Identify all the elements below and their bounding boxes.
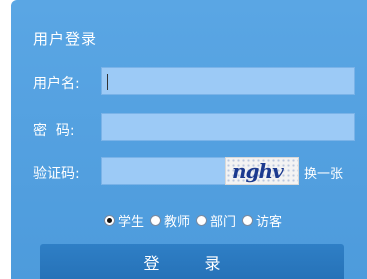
- text-cursor: [107, 74, 108, 90]
- radio-department[interactable]: [196, 215, 208, 226]
- login-panel: 用户登录 用户名: 密 码: 验证码: nghv 换一张 学生 教师 部门 访客…: [11, 0, 367, 279]
- role-label-student: 学生: [118, 215, 145, 230]
- radio-teacher[interactable]: [150, 215, 162, 226]
- refresh-captcha-link[interactable]: 换一张: [304, 163, 343, 182]
- captcha-image[interactable]: nghv: [225, 157, 299, 185]
- captcha-input[interactable]: [101, 157, 229, 185]
- radio-visitor[interactable]: [242, 215, 254, 226]
- username-label: 用户名:: [33, 76, 80, 92]
- role-label-teacher: 教师: [164, 215, 191, 230]
- role-option-student[interactable]: 学生: [104, 211, 144, 230]
- password-label: 密 码:: [33, 123, 75, 139]
- password-input[interactable]: [101, 113, 355, 141]
- role-option-visitor[interactable]: 访客: [242, 211, 282, 230]
- role-label-visitor: 访客: [256, 215, 283, 230]
- login-button[interactable]: 登 录: [40, 244, 344, 279]
- role-option-department[interactable]: 部门: [196, 211, 236, 230]
- username-input[interactable]: [101, 67, 355, 95]
- login-title: 用户登录: [33, 30, 98, 48]
- radio-student[interactable]: [104, 215, 115, 226]
- role-selector: 学生 教师 部门 访客: [104, 211, 288, 230]
- role-label-department: 部门: [210, 215, 237, 230]
- role-option-teacher[interactable]: 教师: [150, 211, 190, 230]
- captcha-label: 验证码:: [33, 166, 80, 182]
- captcha-image-text: nghv: [232, 159, 284, 183]
